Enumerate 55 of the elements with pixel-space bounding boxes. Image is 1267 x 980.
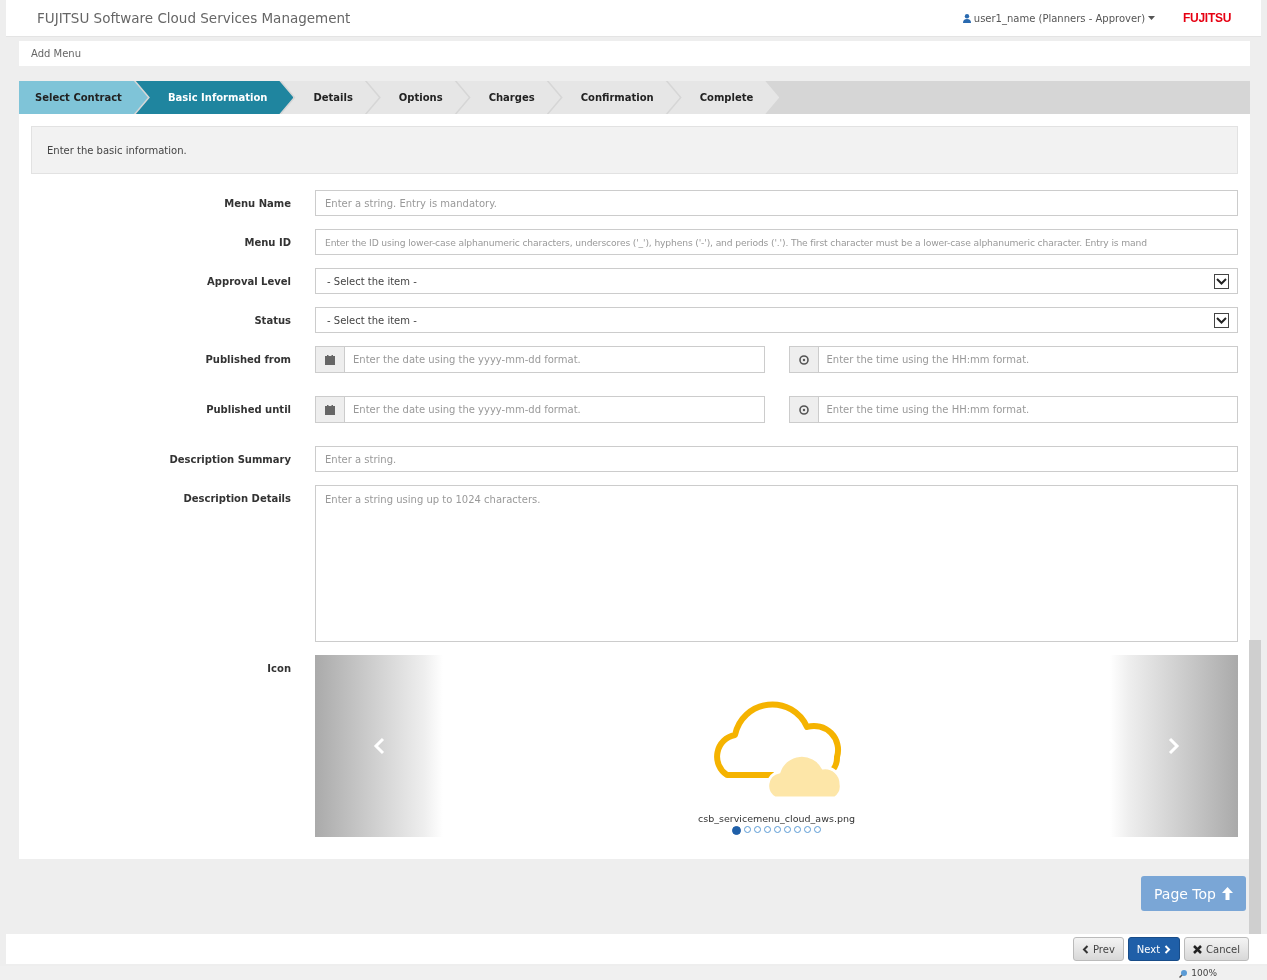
field-label: Icon (266, 662, 292, 674)
calendar-addon[interactable] (315, 396, 345, 423)
caret-icon (1148, 16, 1156, 20)
field-label: Description Summary (168, 453, 292, 465)
instruction-banner: Enter the basic information. (31, 126, 1238, 174)
chevron-right-icon (1168, 737, 1180, 755)
clock-icon (798, 404, 809, 415)
dropdown-caret-icon (1214, 312, 1229, 328)
dropdown-caret-icon (1214, 273, 1229, 289)
zoom-icon (1179, 968, 1189, 978)
field-label: Approval Level (206, 275, 292, 287)
field-label: Status (253, 314, 292, 326)
chevron-right-icon (1164, 944, 1172, 954)
time-field[interactable]: Enter the time using the HH:mm format. (818, 396, 1238, 423)
date-field[interactable]: Enter the date using the yyyy-mm-dd format. (345, 396, 765, 423)
carousel-dot[interactable] (732, 826, 741, 835)
date-field[interactable]: Enter the date using the yyyy-mm-dd format. (345, 346, 765, 373)
calendar-icon (325, 404, 335, 415)
select-dropdown[interactable]: - Select the item - (315, 307, 1238, 333)
field-label: Menu Name (223, 197, 292, 209)
field-label: Description Details (182, 492, 292, 504)
field-label: Menu ID (243, 236, 292, 248)
select-value: - Select the item - (327, 314, 417, 326)
wizard-step: Select Contract (19, 81, 148, 114)
prev-button[interactable]: Prev (1073, 937, 1124, 961)
arrow-up-icon (1222, 887, 1233, 900)
icon-filename: csb_servicemenu_cloud_aws.png (698, 813, 855, 824)
wizard-step: Basic Information (135, 81, 294, 114)
calendar-icon (325, 354, 335, 365)
user-menu[interactable]: user1_name (Planners - Approver) (962, 12, 1156, 24)
text-field[interactable]: Enter the ID using lower-case alphanumeric characters, underscores ('_'), hyphens ('-'), and periods ('.'). The first character must be a lower-case alphanumeric character. Entry is mand (315, 229, 1238, 255)
clock-icon (798, 354, 809, 365)
next-button[interactable]: Next (1127, 937, 1181, 961)
app-title: FUJITSU Software Cloud Services Management (37, 10, 352, 26)
wizard-step: Confirmation (548, 81, 680, 114)
field-label: Published until (205, 403, 292, 415)
cancel-button[interactable]: Cancel (1184, 937, 1249, 961)
clock-addon[interactable] (788, 396, 819, 423)
scrollbar-thumb[interactable] (1249, 640, 1261, 935)
close-icon (1193, 944, 1203, 954)
chevron-left-icon (373, 737, 385, 755)
page-breadcrumb: Add Menu (31, 48, 81, 59)
select-dropdown[interactable]: - Select the item - (315, 268, 1238, 294)
brand-logo: FUJITSU (1183, 11, 1231, 25)
select-value: - Select the item - (327, 275, 417, 287)
zoom-level[interactable]: 100% (1191, 968, 1217, 978)
field-label: Published from (204, 353, 292, 365)
textarea-field[interactable]: Enter a string using up to 1024 characters. (315, 485, 1238, 642)
time-field[interactable]: Enter the time using the HH:mm format. (818, 346, 1238, 373)
user-icon (962, 13, 971, 23)
text-field[interactable]: Enter a string. Entry is mandatory. (315, 190, 1238, 216)
chevron-left-icon (1082, 944, 1089, 954)
calendar-addon[interactable] (315, 346, 345, 373)
text-field[interactable]: Enter a string. (315, 446, 1238, 472)
clock-addon[interactable] (788, 346, 819, 373)
